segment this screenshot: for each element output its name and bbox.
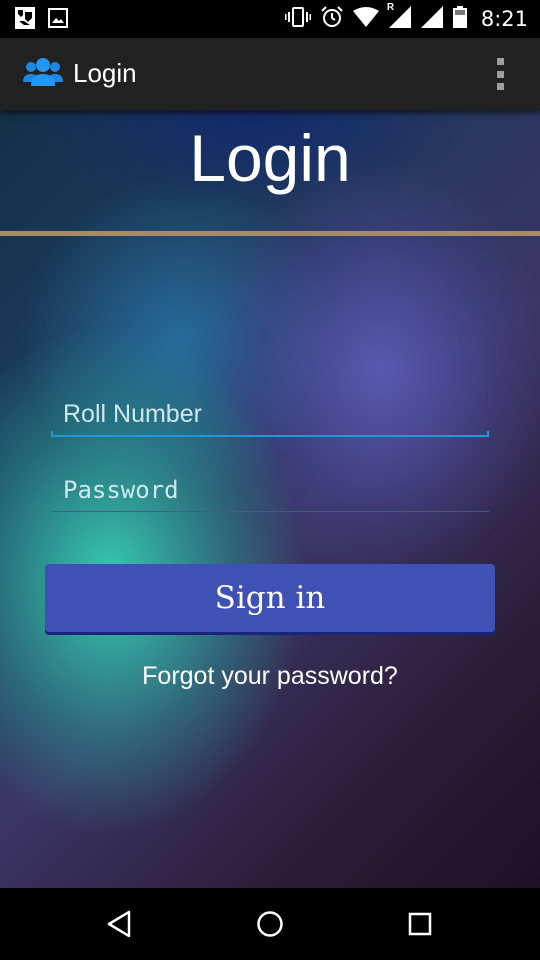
cell-signal-roaming-icon: R	[387, 2, 411, 33]
home-circle-icon[interactable]	[252, 906, 288, 942]
login-screen: R 8:21 Login Login Roll Number Sign in F…	[0, 0, 540, 960]
app-bar: Login	[0, 38, 540, 110]
roll-number-field	[51, 393, 489, 437]
vibrate-icon	[284, 6, 311, 32]
alarm-icon	[321, 5, 343, 33]
image-notification-icon	[48, 8, 68, 33]
roaming-label: R	[386, 1, 395, 13]
forgot-password-link[interactable]: Forgot your password?	[0, 662, 540, 691]
navigation-bar	[0, 888, 540, 960]
status-bar: R 8:21	[0, 0, 540, 38]
cell-signal-icon	[420, 5, 443, 33]
sign-in-button[interactable]: Sign in	[45, 564, 495, 632]
recents-square-icon[interactable]	[402, 906, 438, 942]
login-form-area: Login Sign in Forgot your password?	[0, 110, 540, 888]
battery-icon	[452, 5, 467, 33]
password-field	[51, 468, 489, 512]
page-title: Login	[189, 121, 351, 195]
back-triangle-icon[interactable]	[102, 906, 138, 942]
system-icons: R 8:21	[284, 0, 528, 38]
notification-icons	[14, 6, 68, 35]
title-divider	[0, 231, 540, 236]
wifi-icon	[352, 6, 379, 32]
people-group-icon	[22, 56, 64, 95]
app-bar-title: Login	[73, 58, 137, 88]
roll-number-input[interactable]	[51, 393, 489, 437]
download-notification-icon	[14, 6, 36, 35]
status-time: 8:21	[480, 7, 528, 31]
password-input[interactable]	[51, 468, 489, 512]
more-vert-icon[interactable]	[490, 56, 510, 92]
